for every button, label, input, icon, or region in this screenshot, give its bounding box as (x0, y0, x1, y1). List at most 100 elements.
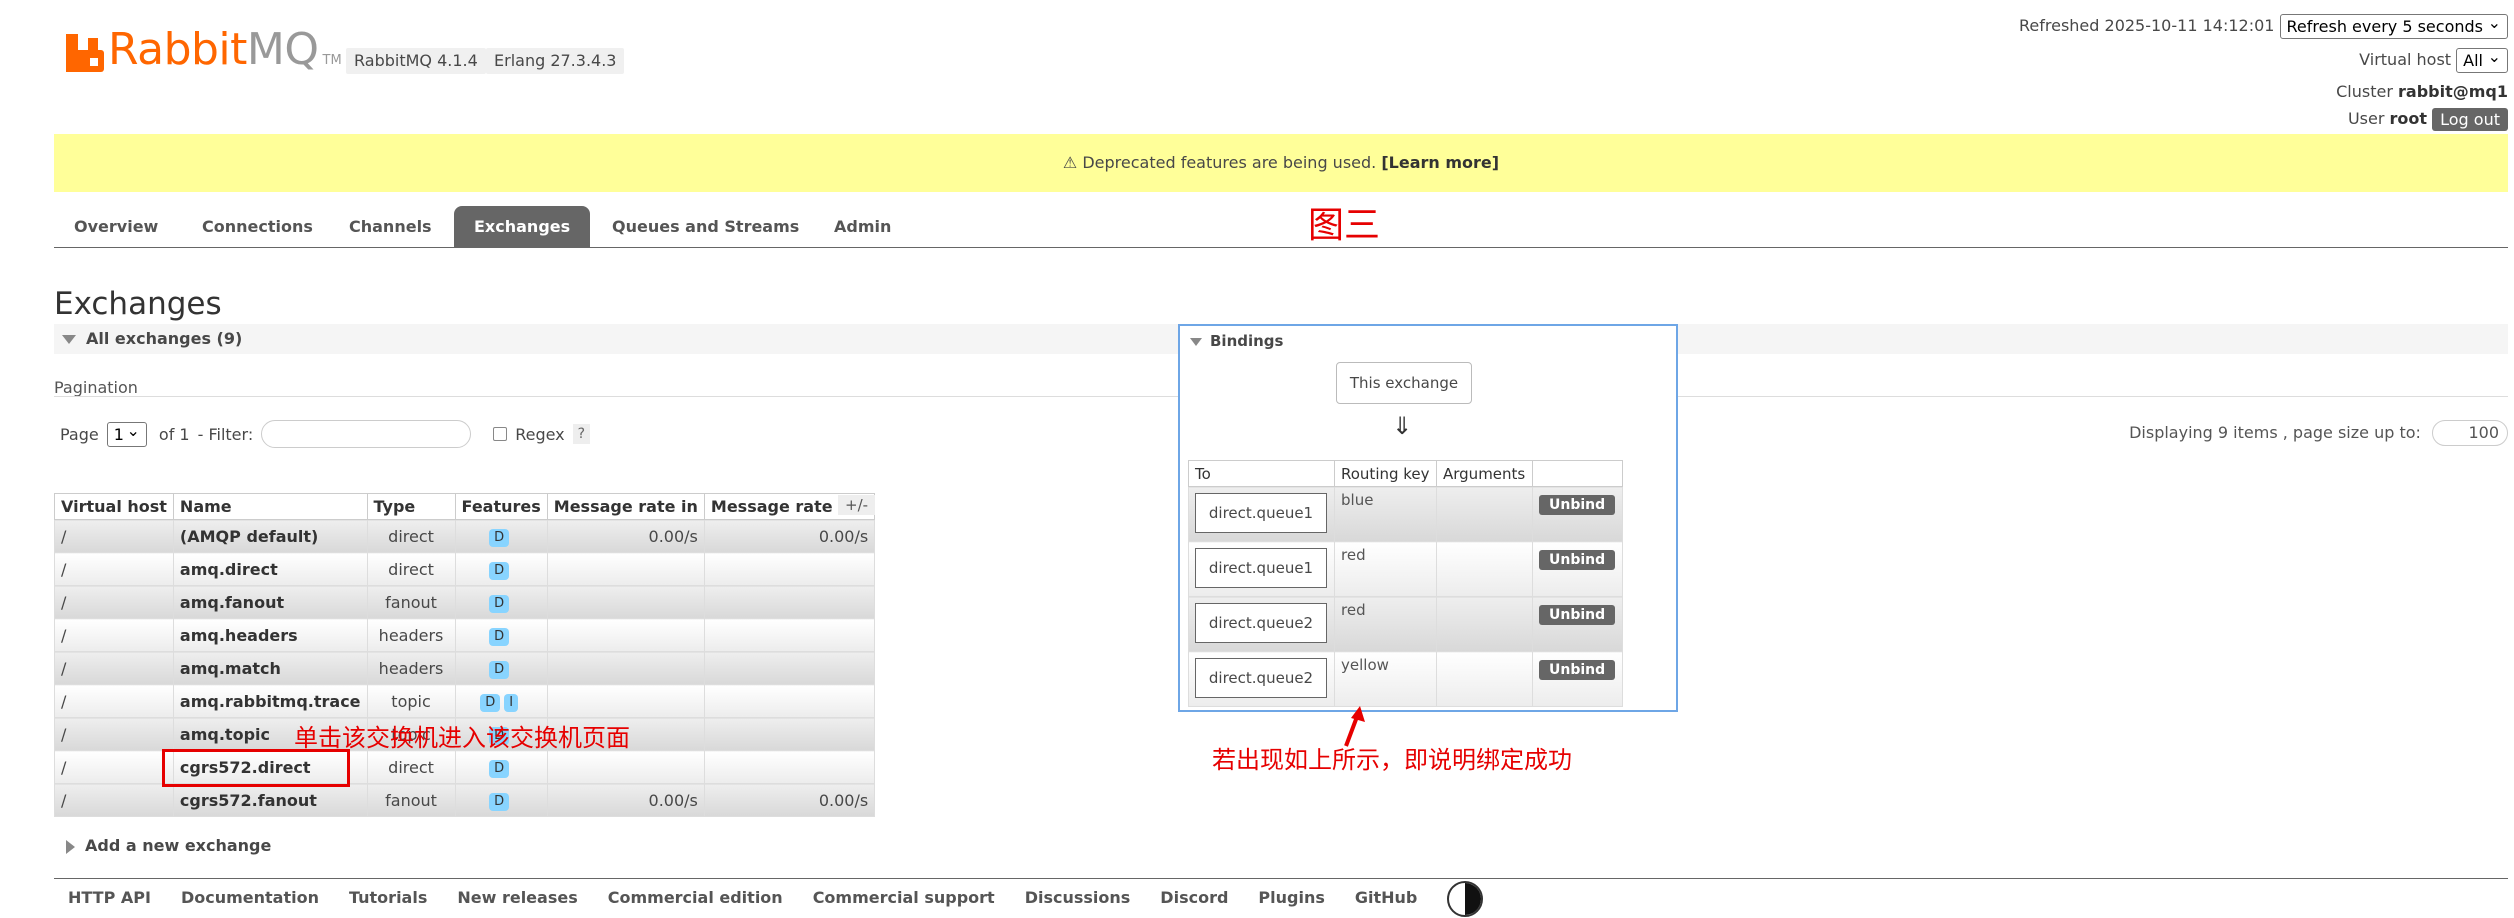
queue-link[interactable]: direct.queue2 (1195, 658, 1327, 698)
rabbitmq-logo[interactable]: RabbitMQ TM (66, 22, 342, 72)
column-header-virtual-host[interactable]: Virtual host (54, 493, 174, 520)
footer-link-new-releases[interactable]: New releases (457, 888, 577, 917)
exchange-name-link[interactable]: amq.rabbitmq.trace (172, 684, 368, 718)
tab-channels[interactable]: Channels (329, 206, 452, 248)
column-header-features[interactable]: Features (454, 493, 548, 520)
tab-exchanges[interactable]: Exchanges (454, 206, 591, 248)
bindings-panel: Bindings This exchange ⇓ To Routing key … (1178, 324, 1678, 712)
feature-badge: D (489, 561, 510, 580)
vhost-cell: / (54, 783, 174, 817)
footer-link-plugins[interactable]: Plugins (1258, 888, 1324, 917)
exchange-name-link[interactable]: amq.fanout (172, 585, 368, 619)
column-header-name[interactable]: Name (172, 493, 368, 520)
tab-queues-and-streams[interactable]: Queues and Streams (592, 206, 819, 248)
tab-admin[interactable]: Admin (814, 206, 911, 248)
table-row[interactable]: / amq.rabbitmq.trace topic DI (54, 684, 876, 718)
footer-link-discussions[interactable]: Discussions (1025, 888, 1131, 917)
queue-link[interactable]: direct.queue2 (1195, 603, 1327, 643)
exchange-name-link[interactable]: (AMQP default) (172, 519, 368, 553)
rate-out-cell (703, 585, 876, 619)
regex-label: Regex (515, 424, 565, 444)
table-row[interactable]: / amq.direct direct D (54, 552, 876, 586)
arguments-cell (1436, 486, 1533, 542)
footer-link-tutorials[interactable]: Tutorials (349, 888, 427, 917)
arguments-cell (1436, 651, 1533, 707)
user-label: User (2347, 109, 2385, 128)
learn-more-link[interactable]: [Learn more] (1381, 153, 1499, 172)
binding-destination-cell: direct.queue2 (1188, 596, 1335, 652)
tab-overview[interactable]: Overview (54, 206, 178, 248)
displaying-items-text: Displaying 9 items , page size up to: (2129, 423, 2421, 442)
filter-label: - Filter: (197, 424, 254, 444)
regex-checkbox[interactable] (493, 427, 508, 441)
rabbitmq-version-badge: RabbitMQ 4.1.4 (346, 48, 486, 74)
binding-row: direct.queue1 blue Unbind (1188, 486, 1623, 542)
this-exchange-box: This exchange (1336, 362, 1472, 404)
tab-connections[interactable]: Connections (182, 206, 333, 248)
table-row[interactable]: / amq.headers headers D (54, 618, 876, 652)
footer-link-documentation[interactable]: Documentation (181, 888, 319, 917)
success-hint-annotation: 若出现如上所示，即说明绑定成功 (1212, 746, 1572, 774)
features-cell: D (454, 651, 548, 685)
rate-in-cell (546, 750, 705, 784)
routing-key-cell: blue (1334, 486, 1437, 542)
features-cell: D (454, 618, 548, 652)
rate-in-cell (546, 684, 705, 718)
features-cell: DI (454, 684, 548, 718)
footer-link-http-api[interactable]: HTTP API (68, 888, 151, 917)
column-header-type[interactable]: Type (366, 493, 456, 520)
exchange-name-link[interactable]: amq.headers (172, 618, 368, 652)
table-row[interactable]: / amq.match headers D (54, 651, 876, 685)
exchange-name-link[interactable]: amq.direct (172, 552, 368, 586)
rate-in-cell: 0.00/s (546, 519, 705, 553)
binding-row: direct.queue2 red Unbind (1188, 596, 1623, 652)
column-header-message-rate-in[interactable]: Message rate in (546, 493, 705, 520)
rate-out-cell (703, 717, 876, 751)
column-header-to: To (1188, 460, 1335, 487)
table-row[interactable]: / cgrs572.fanout fanout D 0.00/s 0.00/s (54, 783, 876, 817)
exchange-name-link[interactable]: amq.match (172, 651, 368, 685)
features-cell: D (454, 783, 548, 817)
footer-link-discord[interactable]: Discord (1160, 888, 1228, 917)
type-cell: fanout (366, 585, 456, 619)
unbind-button[interactable]: Unbind (1539, 495, 1616, 515)
virtual-host-label: Virtual host (2359, 50, 2452, 69)
unbind-button[interactable]: Unbind (1539, 660, 1616, 680)
add-new-exchange-toggle[interactable]: Add a new exchange (54, 836, 271, 855)
rate-out-cell: 0.00/s (703, 519, 876, 553)
vhost-cell: / (54, 684, 174, 718)
refresh-interval-select[interactable]: Refresh every 5 seconds (2279, 13, 2508, 39)
exchange-name-link[interactable]: cgrs572.fanout (172, 783, 368, 817)
theme-contrast-toggle-icon[interactable] (1447, 881, 1484, 917)
rate-out-cell (703, 651, 876, 685)
logout-button[interactable]: Log out (2432, 108, 2508, 131)
table-row[interactable]: / amq.fanout fanout D (54, 585, 876, 619)
unbind-button[interactable]: Unbind (1539, 550, 1616, 570)
bindings-section-header[interactable]: Bindings (1180, 326, 1676, 356)
page-size-input[interactable]: 100 (2432, 420, 2508, 446)
feature-badge: D (480, 693, 501, 712)
queue-link[interactable]: direct.queue1 (1195, 493, 1327, 533)
type-cell: topic (366, 684, 456, 718)
actions-cell: Unbind (1532, 486, 1623, 542)
page-select[interactable]: 1 (106, 421, 147, 447)
all-exchanges-title: All exchanges (9) (86, 329, 243, 348)
feature-badge: D (489, 660, 510, 679)
column-toggle-button[interactable]: +/- (838, 495, 876, 515)
routing-key-cell: red (1334, 596, 1437, 652)
feature-badge: D (489, 528, 510, 547)
unbind-button[interactable]: Unbind (1539, 605, 1616, 625)
column-header-actions (1532, 460, 1623, 487)
refresh-area: Refreshed 2025-10-11 14:12:01 Refresh ev… (2019, 13, 2508, 39)
footer-link-commercial-support[interactable]: Commercial support (813, 888, 995, 917)
regex-help-button[interactable]: ? (572, 424, 591, 444)
footer-link-github[interactable]: GitHub (1355, 888, 1418, 917)
filter-input[interactable] (261, 420, 472, 448)
type-cell: headers (366, 618, 456, 652)
virtual-host-select[interactable]: All (2456, 47, 2508, 73)
rate-out-cell (703, 684, 876, 718)
table-row[interactable]: / (AMQP default) direct D 0.00/s 0.00/s (54, 519, 876, 553)
feature-badge: D (489, 759, 510, 778)
footer-link-commercial-edition[interactable]: Commercial edition (608, 888, 783, 917)
queue-link[interactable]: direct.queue1 (1195, 548, 1327, 588)
